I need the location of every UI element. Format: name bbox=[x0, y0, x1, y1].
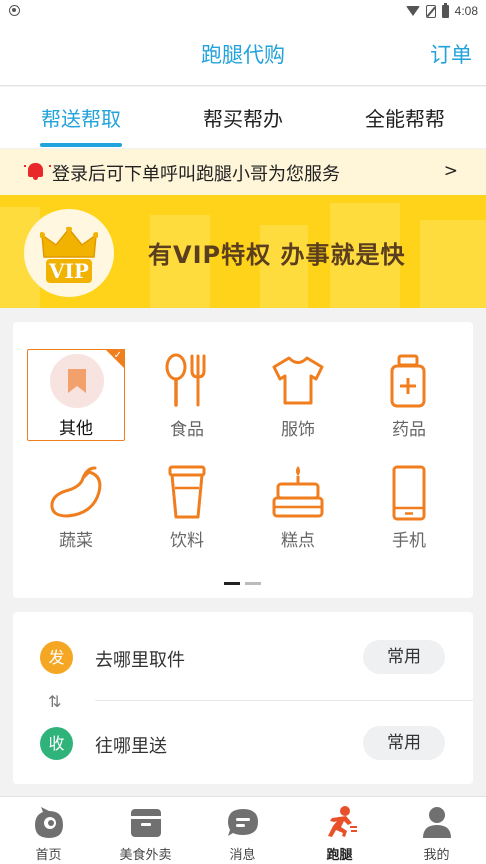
deliver-frequent-button[interactable]: 常用 bbox=[363, 726, 445, 760]
active-tab-indicator bbox=[40, 143, 122, 147]
eggplant-icon bbox=[50, 466, 102, 518]
pickup-row[interactable]: 发 去哪里取件 常用 bbox=[13, 628, 473, 688]
divider bbox=[95, 700, 473, 701]
deliver-row[interactable]: 收 往哪里送 常用 bbox=[13, 714, 473, 774]
vip-badge: VIP bbox=[24, 209, 114, 297]
page-title: 跑腿代购 bbox=[201, 43, 285, 67]
nav-food-delivery[interactable]: 美食外卖 bbox=[97, 797, 194, 864]
bell-icon bbox=[24, 163, 51, 180]
nav-label: 美食外卖 bbox=[119, 848, 172, 863]
category-label: 饮料 bbox=[170, 531, 204, 551]
service-tabs: 帮送帮取 帮买帮办 全能帮帮 bbox=[0, 87, 486, 148]
runner-icon bbox=[328, 806, 357, 837]
category-vegetable[interactable]: 蔬菜 bbox=[27, 460, 125, 552]
chevron-right-icon: > bbox=[443, 161, 458, 181]
crown-icon bbox=[40, 227, 98, 258]
vip-banner[interactable]: VIP 有VIP特权 办事就是快 bbox=[0, 195, 486, 308]
notice-text: 登录后可下单呼叫跑腿小哥为您服务 bbox=[52, 164, 340, 185]
nav-home[interactable]: 首页 bbox=[0, 797, 97, 864]
pickup-address-input[interactable]: 去哪里取件 bbox=[95, 646, 185, 672]
home-icon bbox=[35, 807, 63, 838]
category-label: 手机 bbox=[392, 531, 426, 551]
status-time: 4:08 bbox=[454, 4, 478, 18]
deliver-address-input[interactable]: 往哪里送 bbox=[95, 732, 167, 758]
category-phone[interactable]: 手机 bbox=[360, 460, 458, 552]
category-label: 其他 bbox=[59, 419, 93, 439]
nav-label: 消息 bbox=[229, 848, 256, 863]
swap-icon[interactable]: ⇅ bbox=[48, 692, 61, 711]
utensils-icon bbox=[165, 353, 206, 407]
bookmark-icon bbox=[68, 369, 86, 393]
app-header: 跑腿代购 订单 bbox=[0, 22, 486, 86]
send-badge: 发 bbox=[40, 641, 73, 674]
order-button[interactable]: 订单 bbox=[430, 39, 472, 69]
no-sim-icon bbox=[425, 4, 436, 18]
category-medicine[interactable]: 药品 bbox=[360, 349, 458, 441]
message-icon bbox=[228, 809, 258, 836]
tab-all-help[interactable]: 全能帮帮 bbox=[324, 103, 486, 132]
category-drink[interactable]: 饮料 bbox=[138, 460, 236, 552]
battery-icon bbox=[441, 2, 449, 18]
cake-icon bbox=[272, 466, 324, 518]
address-card: 发 去哪里取件 常用 ⇅ 收 往哪里送 常用 bbox=[13, 612, 473, 784]
category-label: 服饰 bbox=[281, 420, 315, 440]
banner-decoration bbox=[420, 220, 486, 308]
category-label: 糕点 bbox=[281, 531, 315, 551]
tab-send-pickup[interactable]: 帮送帮取 bbox=[0, 103, 162, 132]
category-pastry[interactable]: 糕点 bbox=[249, 460, 347, 552]
phone-icon bbox=[392, 465, 426, 521]
medicine-bottle-icon bbox=[390, 354, 426, 408]
category-clothing[interactable]: 服饰 bbox=[249, 349, 347, 441]
cup-icon bbox=[168, 465, 206, 519]
shirt-icon bbox=[272, 356, 324, 405]
nav-errand[interactable]: 跑腿 bbox=[291, 797, 388, 864]
category-food[interactable]: 食品 bbox=[138, 349, 236, 441]
food-box-icon bbox=[131, 809, 161, 837]
notification-icon bbox=[9, 5, 20, 16]
nav-label: 首页 bbox=[35, 848, 62, 863]
vip-slogan: 有VIP特权 办事就是快 bbox=[148, 241, 406, 269]
login-notice[interactable]: 登录后可下单呼叫跑腿小哥为您服务 > bbox=[0, 149, 486, 195]
nav-label: 跑腿 bbox=[326, 848, 353, 863]
nav-profile[interactable]: 我的 bbox=[388, 797, 485, 864]
nav-messages[interactable]: 消息 bbox=[194, 797, 291, 864]
category-label: 药品 bbox=[392, 420, 426, 440]
receive-badge: 收 bbox=[40, 727, 73, 760]
nav-label: 我的 bbox=[423, 848, 450, 863]
check-icon: ✓ bbox=[113, 350, 122, 361]
category-label: 食品 bbox=[170, 420, 204, 440]
pickup-frequent-button[interactable]: 常用 bbox=[363, 640, 445, 674]
category-other[interactable]: ✓ 其他 bbox=[27, 349, 125, 441]
page-dot bbox=[245, 582, 261, 585]
profile-icon bbox=[423, 807, 451, 838]
wifi-icon bbox=[405, 6, 420, 16]
category-grid: ✓ 其他 食品 服饰 药品 蔬菜 饮料 糕点 手机 bbox=[13, 322, 473, 598]
vip-badge-text: VIP bbox=[46, 259, 92, 283]
category-label: 蔬菜 bbox=[59, 531, 93, 551]
bottom-nav: 首页 美食外卖 消息 跑腿 我的 bbox=[0, 796, 486, 864]
page-dot-active bbox=[224, 582, 240, 585]
status-bar: 4:08 bbox=[0, 0, 486, 22]
tab-buy-handle[interactable]: 帮买帮办 bbox=[162, 103, 324, 132]
